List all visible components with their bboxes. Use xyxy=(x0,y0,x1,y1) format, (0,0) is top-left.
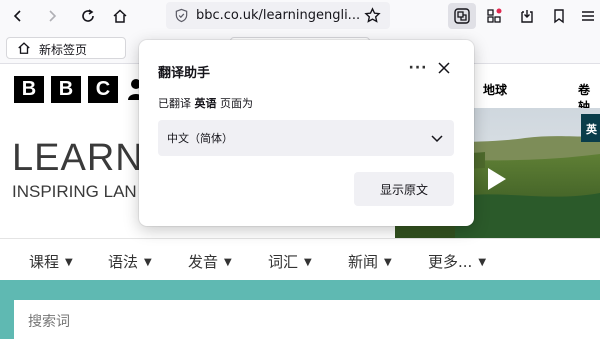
selected-language: 中文（简体） xyxy=(167,132,233,145)
reload-icon xyxy=(82,9,94,22)
new-tab-bookmark[interactable]: 新标签页 xyxy=(6,37,126,59)
close-button[interactable] xyxy=(433,57,455,79)
reading-list-button[interactable] xyxy=(547,4,571,28)
close-icon xyxy=(438,62,450,74)
more-options-button[interactable]: ··· xyxy=(407,57,429,79)
bookmark-star-icon[interactable] xyxy=(364,7,381,24)
learning-english-title: LEARN xyxy=(12,137,144,179)
save-to-pocket-button[interactable] xyxy=(515,4,539,28)
learning-english-tagline: INSPIRING LAN xyxy=(12,182,137,201)
url-bar[interactable]: bbc.co.uk/learningengli... xyxy=(166,2,390,29)
shield-icon[interactable] xyxy=(174,8,189,23)
caret-down-icon: ▼ xyxy=(144,257,152,268)
forward-icon xyxy=(49,10,57,22)
caret-down-icon: ▼ xyxy=(304,257,312,268)
source-language: 英语 xyxy=(194,97,217,110)
extensions-grid-icon xyxy=(487,8,502,23)
popup-title: 翻译助手 xyxy=(158,66,211,81)
bbc-logo-letter-b1[interactable]: B xyxy=(14,76,44,103)
bookmark-icon xyxy=(554,9,564,24)
download-icon xyxy=(521,10,533,23)
nav-item-pronunciation-label: 发音 xyxy=(188,253,219,271)
home-icon xyxy=(113,9,127,23)
nav-item-news-label: 新闻 xyxy=(348,253,379,271)
nav-item-vocabulary[interactable]: 词汇 ▼ xyxy=(268,251,312,272)
nav-item-courses-label: 课程 xyxy=(29,253,60,271)
caret-down-icon: ▼ xyxy=(224,257,232,268)
nav-item-pronunciation[interactable]: 发音 ▼ xyxy=(188,251,232,272)
top-link-earth[interactable]: 地球 xyxy=(483,81,507,98)
home-button[interactable] xyxy=(108,4,132,28)
status-suffix: 页面为 xyxy=(220,97,253,110)
status-prefix: 已翻译 xyxy=(158,97,191,110)
browser-toolbar: bbc.co.uk/learningengli... xyxy=(0,0,600,31)
nav-item-more[interactable]: 更多... ▼ xyxy=(428,251,486,272)
more-options-icon: ··· xyxy=(408,60,428,76)
caret-down-icon: ▼ xyxy=(478,257,487,268)
back-icon xyxy=(13,10,21,22)
url-text: bbc.co.uk/learningengli... xyxy=(196,8,361,23)
target-language-select[interactable]: 中文（简体） xyxy=(158,120,454,156)
translate-button[interactable] xyxy=(448,3,476,29)
nav-item-news[interactable]: 新闻 ▼ xyxy=(348,251,392,272)
nav-item-vocabulary-label: 词汇 xyxy=(268,253,299,271)
back-button[interactable] xyxy=(6,4,30,28)
hero-badge: 英 xyxy=(586,123,597,136)
show-original-button[interactable]: 显示原文 xyxy=(354,172,454,206)
nav-item-grammar-label: 语法 xyxy=(108,253,139,271)
nav-item-courses[interactable]: 课程 ▼ xyxy=(29,251,73,272)
caret-down-icon: ▼ xyxy=(384,257,392,268)
caret-down-icon: ▼ xyxy=(65,257,73,268)
menu-button[interactable] xyxy=(576,4,600,28)
nav-item-more-label: 更多... xyxy=(428,253,473,271)
translation-status: 已翻译 英语 页面为 xyxy=(158,95,253,111)
bbc-logo-letter-b2[interactable]: B xyxy=(51,76,81,103)
home-icon xyxy=(18,42,30,54)
translate-icon xyxy=(454,8,470,24)
hamburger-menu-icon xyxy=(582,11,594,21)
nav-item-grammar[interactable]: 语法 ▼ xyxy=(108,251,152,272)
bbc-logo-letter-c[interactable]: C xyxy=(88,76,118,103)
main-nav: 课程 ▼ 语法 ▼ 发音 ▼ 词汇 ▼ 新闻 ▼ 更多... ▼ xyxy=(0,238,600,280)
search-input[interactable]: 搜索词 xyxy=(14,300,600,339)
translation-popup: 翻译助手 ··· 已翻译 英语 页面为 中文（简体） 显示原文 xyxy=(139,40,474,226)
reload-button[interactable] xyxy=(76,4,100,28)
search-placeholder: 搜索词 xyxy=(28,314,70,330)
extensions-button[interactable] xyxy=(483,4,507,28)
new-tab-label: 新标签页 xyxy=(39,43,88,57)
forward-button[interactable] xyxy=(40,4,64,28)
chevron-down-icon xyxy=(431,135,443,143)
